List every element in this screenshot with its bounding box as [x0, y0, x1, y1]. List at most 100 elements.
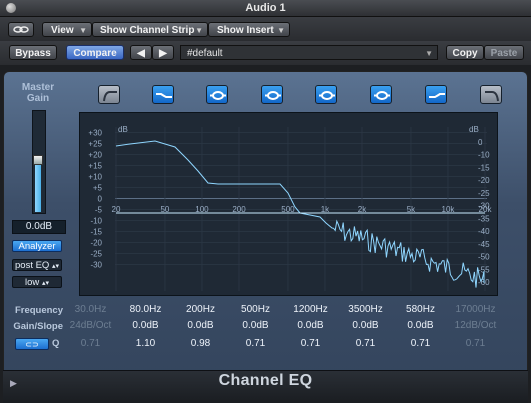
view-label: View — [51, 25, 74, 36]
show-channel-strip-menu[interactable]: Show Channel Strip ▼ — [92, 22, 208, 37]
band-6-bell-button[interactable] — [370, 85, 392, 104]
band-4-bell-button[interactable] — [261, 85, 283, 104]
db-tick-left: -10 — [90, 217, 102, 226]
gain-slope-row-label: Gain/Slope — [13, 321, 63, 332]
db-axis-left-unit: dB — [118, 125, 128, 134]
db-tick-right: -25 — [478, 189, 490, 198]
band-3-frequency-value[interactable]: 200Hz — [173, 304, 228, 315]
link-button[interactable] — [8, 22, 34, 37]
chevron-down-icon: ▼ — [195, 26, 203, 35]
chevron-down-icon: ▼ — [79, 26, 87, 35]
insert-label: Show Insert — [217, 25, 274, 36]
band-5-gain-value[interactable]: 0.0dB — [283, 320, 338, 331]
band-3-bell-button[interactable] — [206, 85, 228, 104]
db-tick-right: 0 — [478, 138, 483, 147]
band-2-q-value[interactable]: 1.10 — [118, 338, 173, 349]
band-8-frequency-value[interactable]: 17000Hz — [448, 304, 503, 315]
previous-preset-button[interactable]: ◀ — [130, 45, 152, 60]
band-2-low-shelf-button[interactable] — [152, 85, 174, 104]
band-4-gain-value[interactable]: 0.0dB — [228, 320, 283, 331]
window-title: Audio 1 — [245, 2, 286, 14]
band-8-high-cut-button[interactable] — [480, 85, 502, 104]
arrow-right-icon: ▶ — [159, 48, 167, 59]
master-gain-handle[interactable] — [33, 155, 43, 165]
next-preset-button[interactable]: ▶ — [152, 45, 174, 60]
low-shelf-icon — [156, 93, 172, 98]
db-tick-right: -10 — [478, 151, 490, 160]
window-title-bar: Audio 1 — [0, 0, 531, 17]
analyzer-mode-select[interactable]: post EQ ▴▾ — [12, 259, 62, 271]
master-gain-value[interactable]: 0.0dB — [12, 220, 66, 234]
band-6-q-value[interactable]: 0.71 — [338, 338, 393, 349]
analyzer-spectrum-line — [115, 140, 485, 288]
band-8-q-value[interactable]: 0.71 — [448, 338, 503, 349]
band-7-gain-value[interactable]: 0.0dB — [393, 320, 448, 331]
db-tick-left: +30 — [88, 129, 102, 138]
view-menu[interactable]: View ▼ — [42, 22, 92, 37]
db-tick-left: -25 — [90, 250, 102, 259]
band-5-q-value[interactable]: 0.71 — [283, 338, 338, 349]
band-6-frequency-value[interactable]: 3500Hz — [338, 304, 393, 315]
compare-button[interactable]: Compare — [66, 45, 124, 60]
low-cut-icon — [103, 91, 117, 102]
band-8-gain-value[interactable]: 12dB/Oct — [448, 320, 503, 331]
band-2-frequency-value[interactable]: 80.0Hz — [118, 304, 173, 315]
updown-arrows-icon: ▴▾ — [51, 263, 59, 270]
bell-icon — [319, 91, 335, 100]
copy-button[interactable]: Copy — [446, 45, 484, 60]
band-4-frequency-value[interactable]: 500Hz — [228, 304, 283, 315]
db-tick-left: -15 — [90, 228, 102, 237]
band-6-gain-value[interactable]: 0.0dB — [338, 320, 393, 331]
analyzer-resolution-select[interactable]: low ▴▾ — [12, 276, 62, 288]
band-3-q-value[interactable]: 0.98 — [173, 338, 228, 349]
analyzer-button[interactable]: Analyzer — [12, 240, 62, 252]
master-gain-label: Master Gain — [21, 82, 55, 104]
eq-frequency-graph[interactable]: +30 +25 +20 +15 +10 +5 0 -5 -10 -15 -20 -25 -30 0 -10 -… — [79, 112, 498, 296]
band-5-bell-button[interactable] — [315, 85, 337, 104]
bypass-button[interactable]: Bypass — [9, 45, 57, 60]
band-parameters: 30.0Hz 24dB/Oct 0.71 80.0Hz 0.0dB 1.10 200Hz 0.… — [70, 298, 497, 350]
band-3-gain-value[interactable]: 0.0dB — [173, 320, 228, 331]
chevron-down-icon: ▼ — [277, 26, 285, 35]
preset-toolbar: Bypass Compare ◀ ▶ #default ▼ Copy Paste — [0, 41, 531, 65]
band-7-high-shelf-button[interactable] — [425, 85, 447, 104]
db-tick-right: -35 — [478, 214, 490, 223]
db-tick-left: +5 — [93, 184, 103, 193]
db-tick-right: -15 — [478, 163, 490, 172]
high-shelf-icon — [429, 93, 445, 98]
db-tick-left: -5 — [95, 206, 103, 215]
bell-icon — [210, 91, 226, 100]
bell-icon — [374, 91, 390, 100]
band-7-frequency-value[interactable]: 580Hz — [393, 304, 448, 315]
db-axis-right-unit: dB — [469, 125, 479, 134]
channel-strip-label: Show Channel Strip — [100, 25, 195, 36]
db-tick-right: -45 — [478, 240, 490, 249]
db-tick-right: -20 — [478, 176, 490, 185]
band-1-q-value[interactable]: 0.71 — [63, 338, 118, 349]
high-cut-icon — [485, 91, 499, 102]
updown-arrows-icon: ▴▾ — [41, 280, 49, 287]
show-insert-menu[interactable]: Show Insert ▼ — [208, 22, 290, 37]
arrow-left-icon: ◀ — [137, 48, 145, 59]
db-tick-left: -30 — [90, 261, 102, 270]
db-tick-right: -40 — [478, 227, 490, 236]
db-tick-left: +20 — [88, 151, 102, 160]
band-1-frequency-value[interactable]: 30.0Hz — [63, 304, 118, 315]
paste-button[interactable]: Paste — [484, 45, 524, 60]
band-5-frequency-value[interactable]: 1200Hz — [283, 304, 338, 315]
band-4-q-value[interactable]: 0.71 — [228, 338, 283, 349]
master-gain-level — [35, 160, 41, 212]
db-tick-left: 0 — [98, 195, 103, 204]
db-tick-left: +15 — [88, 162, 102, 171]
eq-graph-canvas: +30 +25 +20 +15 +10 +5 0 -5 -10 -15 -20 -25 -30 0 -10 -… — [88, 125, 492, 291]
plugin-header-toolbar: View ▼ Show Channel Strip ▼ Show Insert ▼ — [0, 17, 531, 41]
band-2-gain-value[interactable]: 0.0dB — [118, 320, 173, 331]
close-window-icon[interactable] — [6, 3, 16, 13]
band-1-low-cut-button[interactable] — [98, 85, 120, 104]
preset-dropdown[interactable]: #default ▼ — [180, 45, 438, 60]
band-7-q-value[interactable]: 0.71 — [393, 338, 448, 349]
preset-value: #default — [187, 48, 223, 59]
q-couple-button[interactable]: ⊂⊃ — [15, 338, 49, 350]
band-1-gain-value[interactable]: 24dB/Oct — [63, 320, 118, 331]
link-icon: ⊂⊃ — [25, 340, 39, 349]
